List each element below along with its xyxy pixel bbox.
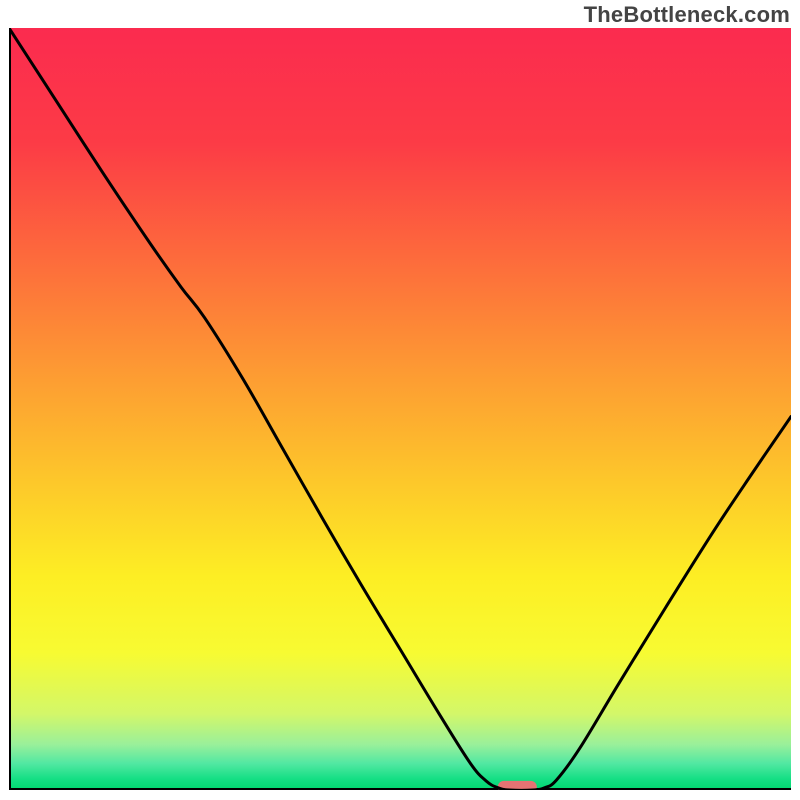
bottleneck-curve-chart (9, 28, 791, 790)
plot-area (9, 28, 791, 790)
chart-container: TheBottleneck.com (0, 0, 800, 800)
gradient-background (9, 28, 791, 790)
watermark-text: TheBottleneck.com (584, 2, 790, 28)
